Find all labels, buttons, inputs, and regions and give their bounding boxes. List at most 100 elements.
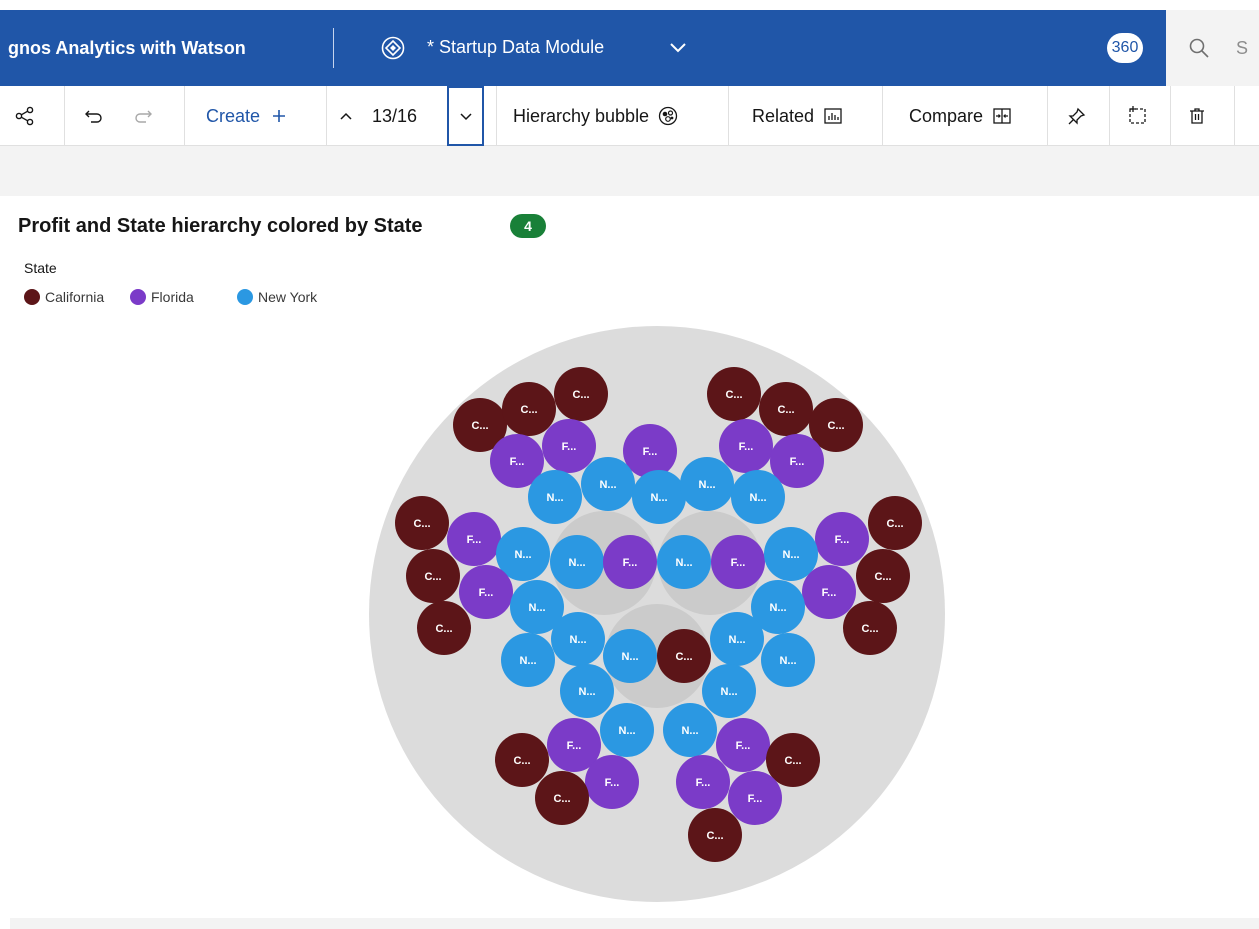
plus-icon [273, 110, 286, 122]
bubble-florida[interactable]: F... [719, 419, 773, 473]
bubble-new-york[interactable]: N... [680, 457, 734, 511]
search-input[interactable]: S [1236, 38, 1248, 59]
compare-button[interactable]: Compare [909, 86, 1012, 146]
visualization-dropdown-button[interactable] [447, 86, 484, 146]
bubble-new-york[interactable]: N... [663, 703, 717, 757]
legend-label: Florida [151, 289, 194, 305]
bubble-florida[interactable]: F... [585, 755, 639, 809]
bubble-mark [761, 633, 815, 687]
bubble-florida[interactable]: F... [542, 419, 596, 473]
bubble-mark [770, 434, 824, 488]
bubble-florida[interactable]: F... [711, 535, 765, 589]
hierarchy-bubble-button[interactable]: Hierarchy bubble [513, 86, 678, 146]
bubble-mark [719, 419, 773, 473]
bubble-florida[interactable]: F... [603, 535, 657, 589]
undo-button[interactable] [82, 86, 104, 146]
bubble-california[interactable]: C... [535, 771, 589, 825]
bubble-new-york[interactable]: N... [496, 527, 550, 581]
bubble-california[interactable]: C... [809, 398, 863, 452]
bubble-mark [554, 367, 608, 421]
bubble-new-york[interactable]: N... [751, 580, 805, 634]
bubble-california[interactable]: C... [554, 367, 608, 421]
bubble-new-york[interactable]: N... [528, 470, 582, 524]
search-icon[interactable] [1188, 37, 1210, 59]
redo-button[interactable] [133, 86, 155, 146]
bubble-new-york[interactable]: N... [657, 535, 711, 589]
bubble-florida[interactable]: F... [728, 771, 782, 825]
bubble-label: F... [467, 534, 482, 546]
related-chart-icon [824, 108, 842, 124]
bubble-florida[interactable]: F... [676, 755, 730, 809]
bubble-mark [657, 535, 711, 589]
related-button[interactable]: Related [752, 86, 843, 146]
bubble-california[interactable]: C... [766, 733, 820, 787]
bubble-new-york[interactable]: N... [501, 633, 555, 687]
module-name[interactable]: * Startup Data Module [427, 37, 604, 58]
bubble-florida[interactable]: F... [815, 512, 869, 566]
bubble-mark [657, 629, 711, 683]
bubble-california[interactable]: C... [657, 629, 711, 683]
legend-item-florida[interactable]: Florida [130, 288, 194, 306]
badge-360[interactable]: 360 [1107, 33, 1143, 63]
canvas-header-band [0, 146, 1259, 196]
bubble-new-york[interactable]: N... [551, 612, 605, 666]
bubble-california[interactable]: C... [395, 496, 449, 550]
focus-icon [1129, 106, 1146, 124]
focus-button[interactable] [1127, 86, 1149, 146]
bubble-florida[interactable]: F... [770, 434, 824, 488]
bubble-florida[interactable]: F... [459, 565, 513, 619]
bubble-florida[interactable]: F... [547, 718, 601, 772]
bubble-label: N... [578, 686, 595, 698]
bubble-florida[interactable]: F... [716, 718, 770, 772]
bubble-california[interactable]: C... [707, 367, 761, 421]
bubble-new-york[interactable]: N... [632, 470, 686, 524]
bubble-label: N... [519, 655, 536, 667]
bubble-new-york[interactable]: N... [510, 580, 564, 634]
bubble-mark [751, 580, 805, 634]
bubble-california[interactable]: C... [843, 601, 897, 655]
bubble-california[interactable]: C... [502, 382, 556, 436]
bubble-california[interactable]: C... [856, 549, 910, 603]
bubble-florida[interactable]: F... [802, 565, 856, 619]
bubble-california[interactable]: C... [759, 382, 813, 436]
bubble-california[interactable]: C... [453, 398, 507, 452]
bubble-california[interactable]: C... [688, 808, 742, 862]
bubble-new-york[interactable]: N... [761, 633, 815, 687]
chevron-down-icon[interactable] [668, 37, 688, 57]
bubble-new-york[interactable]: N... [560, 664, 614, 718]
bubble-label: N... [621, 651, 638, 663]
pin-button[interactable] [1067, 86, 1087, 146]
legend-item-california[interactable]: California [24, 288, 104, 306]
bubble-new-york[interactable]: N... [731, 470, 785, 524]
bubble-new-york[interactable]: N... [764, 527, 818, 581]
bubble-mark [551, 612, 605, 666]
bubble-florida[interactable]: F... [447, 512, 501, 566]
delete-button[interactable] [1187, 86, 1207, 146]
toolbar-separator [64, 86, 65, 146]
legend-swatch [237, 289, 253, 305]
bubble-new-york[interactable]: N... [603, 629, 657, 683]
bubble-california[interactable]: C... [417, 601, 471, 655]
bubble-california[interactable]: C... [868, 496, 922, 550]
bubble-mark [581, 457, 635, 511]
bubble-new-york[interactable]: N... [710, 612, 764, 666]
bubble-chart-icon [658, 106, 678, 126]
bubble-label: N... [675, 557, 692, 569]
bubble-new-york[interactable]: N... [550, 535, 604, 589]
pin-icon [1068, 107, 1086, 125]
previous-button[interactable] [337, 86, 355, 146]
share-button[interactable] [14, 86, 36, 146]
bubble-label: C... [874, 571, 891, 583]
bubble-new-york[interactable]: N... [581, 457, 635, 511]
bubble-california[interactable]: C... [495, 733, 549, 787]
bubble-florida[interactable]: F... [623, 424, 677, 478]
bubble-florida[interactable]: F... [490, 434, 544, 488]
bubble-label: C... [777, 404, 794, 416]
count-badge[interactable]: 4 [510, 214, 546, 238]
bubble-mark [495, 733, 549, 787]
bubble-new-york[interactable]: N... [702, 664, 756, 718]
bubble-new-york[interactable]: N... [600, 703, 654, 757]
create-button[interactable]: Create [206, 86, 288, 146]
bubble-california[interactable]: C... [406, 549, 460, 603]
legend-item-new-york[interactable]: New York [237, 288, 317, 306]
